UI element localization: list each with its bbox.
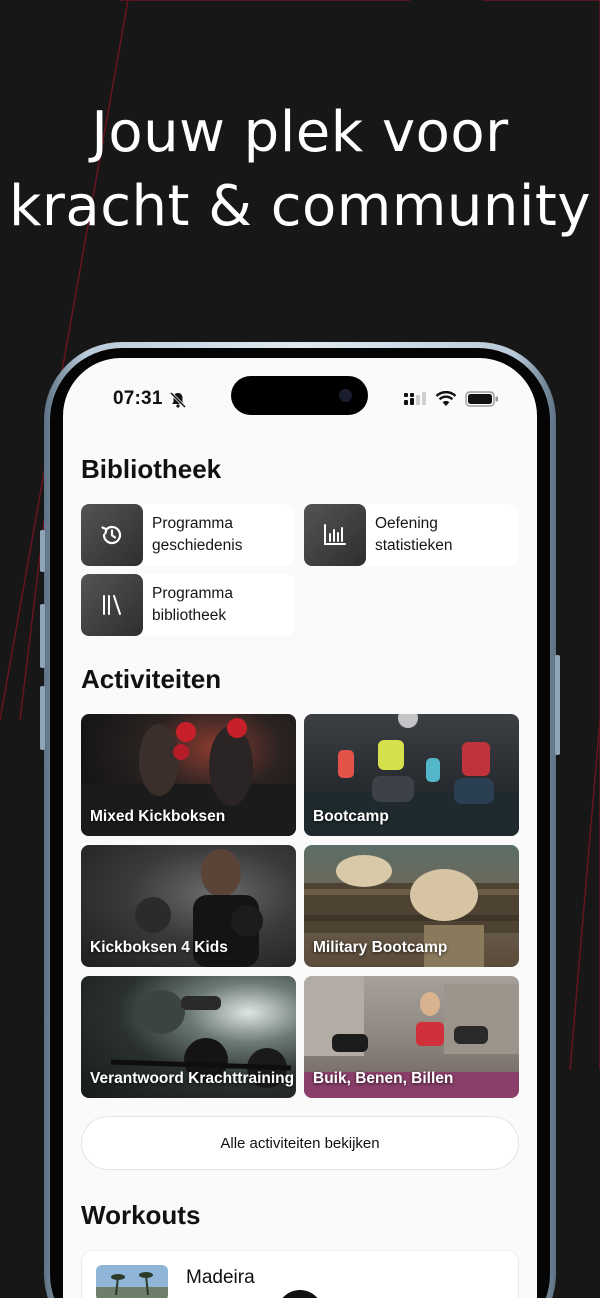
activity-card-strength-training[interactable]: Verantwoord Krachttraining (81, 976, 296, 1098)
battery-icon (465, 391, 498, 407)
library-item-label-line2: statistieken (375, 537, 453, 554)
cellular-signal-icon (404, 392, 426, 405)
activity-card-abs-legs-glutes[interactable]: Buik, Benen, Billen (304, 976, 519, 1098)
activity-card-bootcamp[interactable]: Bootcamp (304, 714, 519, 836)
bar-chart-icon (324, 524, 346, 545)
volume-down-button (40, 686, 45, 750)
activity-label: Military Bootcamp (313, 939, 448, 956)
library-item-label-line1: Programma (152, 514, 233, 532)
view-all-activities-button[interactable]: Alle activiteiten bekijken (81, 1116, 519, 1170)
volume-up-button (40, 604, 45, 668)
activity-label: Kickboksen 4 Kids (90, 939, 228, 956)
activity-card-kickboxing-kids[interactable]: Kickboksen 4 Kids (81, 845, 296, 967)
activity-label: Verantwoord Krachttraining (90, 1070, 295, 1087)
status-icons (403, 391, 499, 407)
library-item-label-line1: Oefening (375, 514, 438, 532)
library-title: Bibliotheek (81, 454, 222, 484)
activity-card-mixed-kickboxing[interactable]: Mixed Kickboksen (81, 714, 296, 836)
wifi-icon (435, 391, 457, 406)
headline-line-1: Jouw plek voor (91, 100, 509, 165)
activities-title: Activiteiten (81, 664, 222, 694)
status-time: 07:31 (113, 388, 163, 409)
activity-label: Bootcamp (313, 808, 389, 825)
history-icon (101, 525, 122, 545)
library-item-label-line2: bibliotheek (152, 607, 227, 624)
app-screen: 07:31 Bibliotheek Programma geschiedenis… (63, 358, 537, 1298)
headline: Jouw plek voor kracht & community (0, 96, 600, 244)
front-camera (339, 389, 352, 402)
headline-line-2: kracht & community (8, 174, 592, 239)
library-item-program-history[interactable]: Programma geschiedenis (81, 504, 295, 566)
workout-title: Madeira (186, 1267, 255, 1288)
dynamic-island (231, 376, 368, 415)
library-item-exercise-stats[interactable]: Oefening statistieken (304, 504, 519, 566)
library-item-label-line2: geschiedenis (152, 537, 243, 554)
power-button (555, 655, 560, 755)
bell-muted-icon (169, 391, 187, 409)
books-icon (103, 595, 121, 615)
workouts-title: Workouts (81, 1200, 201, 1230)
activity-label: Buik, Benen, Billen (313, 1070, 454, 1087)
library-item-program-library[interactable]: Programma bibliotheek (81, 574, 295, 636)
activity-label: Mixed Kickboksen (90, 808, 226, 825)
action-button (40, 530, 45, 572)
workout-thumbnail (96, 1265, 168, 1298)
library-item-label-line1: Programma (152, 584, 233, 602)
activity-card-military-bootcamp[interactable]: Military Bootcamp (304, 845, 519, 967)
